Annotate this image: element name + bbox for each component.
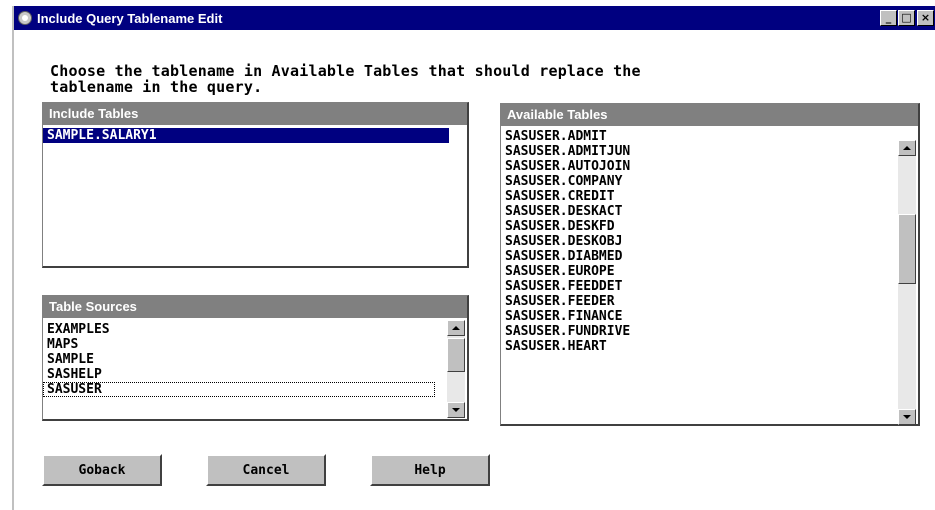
available-table-item[interactable]: SASUSER.FEEDDET bbox=[501, 279, 918, 294]
title-bar[interactable]: Include Query Tablename Edit _ □ × bbox=[14, 6, 935, 30]
available-table-item[interactable]: SASUSER.CREDIT bbox=[501, 189, 918, 204]
window-title: Include Query Tablename Edit bbox=[37, 10, 223, 26]
scroll-down-arrow-icon[interactable] bbox=[898, 409, 916, 425]
dialog-window: Include Query Tablename Edit _ □ × Choos… bbox=[12, 6, 935, 510]
help-button[interactable]: Help bbox=[370, 454, 490, 486]
available-table-item[interactable]: SASUSER.DESKFD bbox=[501, 219, 918, 234]
close-button[interactable]: × bbox=[917, 10, 934, 26]
scroll-down-arrow-icon[interactable] bbox=[447, 402, 465, 418]
available-tables-header: Available Tables bbox=[501, 104, 918, 126]
goback-button[interactable]: Goback bbox=[42, 454, 162, 486]
available-table-item[interactable]: SASUSER.COMPANY bbox=[501, 174, 918, 189]
scrollbar-thumb[interactable] bbox=[447, 338, 465, 372]
available-tables-scrollbar[interactable] bbox=[898, 140, 916, 425]
table-source-item[interactable]: EXAMPLES bbox=[43, 322, 467, 337]
available-table-item[interactable]: SASUSER.DIABMED bbox=[501, 249, 918, 264]
available-table-item[interactable]: SASUSER.DESKOBJ bbox=[501, 234, 918, 249]
instructions-text: Choose the tablename in Available Tables… bbox=[50, 63, 641, 95]
available-tables-list: SASUSER.ADMIT SASUSER.ADMITJUN SASUSER.A… bbox=[501, 126, 918, 425]
table-source-item[interactable]: SASUSER bbox=[43, 382, 435, 397]
window-controls: _ □ × bbox=[879, 10, 934, 26]
available-table-item[interactable]: SASUSER.ADMIT bbox=[501, 129, 918, 144]
available-table-item[interactable]: SASUSER.AUTOJOIN bbox=[501, 159, 918, 174]
table-sources-listbox[interactable]: Table Sources EXAMPLES MAPS SAMPLE SASHE… bbox=[42, 295, 469, 421]
cancel-button[interactable]: Cancel bbox=[206, 454, 326, 486]
available-tables-listbox[interactable]: Available Tables SASUSER.ADMIT SASUSER.A… bbox=[500, 103, 920, 426]
instructions-line-1: Choose the tablename in Available Tables… bbox=[50, 62, 641, 80]
include-table-item[interactable]: SAMPLE.SALARY1 bbox=[43, 128, 449, 143]
available-table-item[interactable]: SASUSER.HEART bbox=[501, 339, 918, 354]
available-table-item[interactable]: SASUSER.FINANCE bbox=[501, 309, 918, 324]
table-sources-list: EXAMPLES MAPS SAMPLE SASHELP SASUSER bbox=[43, 318, 467, 418]
available-table-item[interactable]: SASUSER.EUROPE bbox=[501, 264, 918, 279]
include-tables-list: SAMPLE.SALARY1 bbox=[43, 125, 467, 143]
include-tables-listbox[interactable]: Include Tables SAMPLE.SALARY1 bbox=[42, 102, 469, 268]
available-table-item[interactable]: SASUSER.FUNDRIVE bbox=[501, 324, 918, 339]
available-table-item[interactable]: SASUSER.FEEDER bbox=[501, 294, 918, 309]
table-source-item[interactable]: SAMPLE bbox=[43, 352, 467, 367]
scrollbar-thumb[interactable] bbox=[898, 214, 916, 284]
instructions-line-2: tablename in the query. bbox=[50, 78, 263, 96]
table-sources-header: Table Sources bbox=[43, 296, 467, 318]
table-source-item[interactable]: MAPS bbox=[43, 337, 467, 352]
table-source-item[interactable]: SASHELP bbox=[43, 367, 467, 382]
available-table-item[interactable]: SASUSER.DESKACT bbox=[501, 204, 918, 219]
app-icon[interactable] bbox=[18, 11, 32, 25]
table-sources-scrollbar[interactable] bbox=[447, 320, 465, 418]
include-tables-header: Include Tables bbox=[43, 103, 467, 125]
maximize-button[interactable]: □ bbox=[898, 10, 915, 26]
minimize-button[interactable]: _ bbox=[880, 10, 897, 26]
scroll-up-arrow-icon[interactable] bbox=[447, 320, 465, 336]
scroll-up-arrow-icon[interactable] bbox=[898, 140, 916, 156]
available-table-item[interactable]: SASUSER.ADMITJUN bbox=[501, 144, 918, 159]
